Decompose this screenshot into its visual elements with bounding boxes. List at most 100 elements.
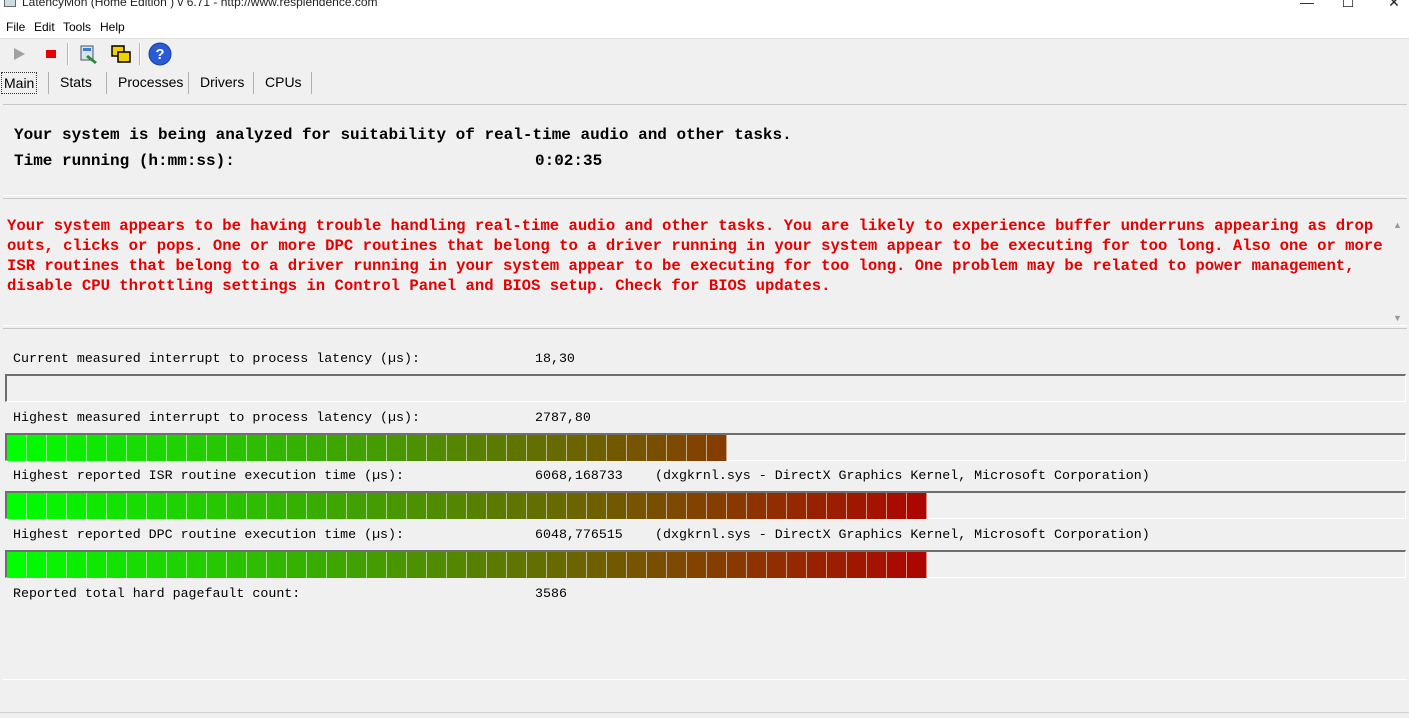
minimize-button[interactable]: —: [1297, 0, 1317, 10]
meter-segment: [147, 493, 167, 519]
meter-segment: [467, 435, 487, 461]
meter-segment: [47, 493, 67, 519]
meter-segment: [427, 435, 447, 461]
meter-segment: [907, 493, 927, 519]
menu-edit[interactable]: Edit: [34, 20, 55, 34]
meter-segment: [607, 435, 627, 461]
menu-tools[interactable]: Tools: [63, 20, 91, 34]
meter-segment: [167, 552, 187, 578]
status-panel: [3, 104, 1407, 196]
current-latency-value: 18,30: [535, 351, 575, 366]
help-button[interactable]: ?: [148, 42, 172, 66]
start-button[interactable]: [7, 42, 31, 66]
meter-segment: [27, 552, 47, 578]
meter-segment: [187, 435, 207, 461]
tab-cpus[interactable]: CPUs: [265, 72, 302, 92]
meter-segment: [667, 552, 687, 578]
meter-segment: [647, 493, 667, 519]
tab-separator: [311, 72, 312, 94]
tab-processes[interactable]: Processes: [118, 72, 183, 92]
tab-drivers[interactable]: Drivers: [200, 72, 244, 92]
meter-segment: [487, 493, 507, 519]
meter-segment: [67, 552, 87, 578]
pagefault-count-value: 3586: [535, 586, 567, 601]
meter-segment: [127, 493, 147, 519]
toolbar-separator: [139, 43, 141, 65]
meter-segment: [767, 493, 787, 519]
meter-segment: [667, 435, 687, 461]
app-icon: [4, 0, 16, 7]
menu-file[interactable]: File: [6, 20, 25, 34]
stop-button[interactable]: [39, 42, 63, 66]
meter-segment: [767, 552, 787, 578]
isr-time-label: Highest reported ISR routine execution t…: [13, 468, 404, 483]
dpc-time-meter: [5, 550, 1406, 578]
dpc-time-label: Highest reported DPC routine execution t…: [13, 527, 404, 542]
meter-segment: [727, 552, 747, 578]
window-title: LatencyMon (Home Edition ) v 6.71 - http…: [22, 0, 378, 9]
highest-latency-label: Highest measured interrupt to process la…: [13, 410, 420, 425]
tab-main[interactable]: Main: [1, 72, 38, 94]
help-icon: ?: [148, 42, 172, 66]
meter-segment: [207, 552, 227, 578]
meter-segment: [487, 552, 507, 578]
meter-segment: [787, 493, 807, 519]
play-icon: [14, 48, 25, 60]
meter-segment: [647, 552, 667, 578]
time-running-label: Time running (h:mm:ss):: [14, 152, 235, 170]
dpc-driver-detail: (dxgkrnl.sys - DirectX Graphics Kernel, …: [655, 527, 1150, 542]
meter-segment: [327, 552, 347, 578]
maximize-button[interactable]: ☐: [1338, 0, 1358, 11]
meter-segment: [167, 493, 187, 519]
meter-segment: [147, 435, 167, 461]
time-running-value: 0:02:35: [535, 152, 603, 170]
meter-segment: [867, 493, 887, 519]
meter-segment: [607, 493, 627, 519]
windows-button[interactable]: [109, 42, 133, 66]
meter-segment: [107, 493, 127, 519]
menu-help[interactable]: Help: [100, 20, 125, 34]
status-bar-divider: [0, 712, 1409, 713]
meter-segment: [47, 552, 67, 578]
scroll-up-arrow[interactable]: ▲: [1393, 220, 1402, 230]
meter-segment: [507, 493, 527, 519]
meter-segment: [367, 552, 387, 578]
meter-segment: [467, 493, 487, 519]
tab-stats[interactable]: Stats: [60, 72, 92, 92]
meter-segment: [427, 552, 447, 578]
meter-segment: [107, 552, 127, 578]
meter-segment: [287, 435, 307, 461]
meter-segment: [27, 493, 47, 519]
meter-segment: [467, 552, 487, 578]
meter-segment: [407, 552, 427, 578]
meter-segment: [447, 493, 467, 519]
close-button[interactable]: ✕: [1384, 0, 1404, 11]
meter-segment: [247, 435, 267, 461]
meter-segment: [307, 493, 327, 519]
tab-separator: [253, 72, 254, 94]
meter-segment: [847, 552, 867, 578]
meter-segment: [667, 493, 687, 519]
meter-segment: [567, 435, 587, 461]
meter-segment: [607, 552, 627, 578]
tools-button[interactable]: [77, 42, 101, 66]
tools-icon: [80, 45, 97, 64]
meter-segment: [627, 493, 647, 519]
tab-separator: [106, 72, 107, 94]
meter-segment: [567, 552, 587, 578]
scroll-down-arrow[interactable]: ▼: [1393, 313, 1402, 323]
meter-segment: [227, 493, 247, 519]
meter-segment: [747, 552, 767, 578]
highest-latency-meter: [5, 433, 1406, 461]
meter-segment: [347, 435, 367, 461]
meter-segment: [847, 493, 867, 519]
meter-segment: [587, 435, 607, 461]
meter-segment: [727, 493, 747, 519]
meter-segment: [127, 552, 147, 578]
meter-segment: [627, 435, 647, 461]
meter-segment: [627, 552, 647, 578]
meter-segment: [487, 435, 507, 461]
meter-segment: [367, 493, 387, 519]
dpc-time-value: 6048,776515: [535, 527, 623, 542]
meter-segment: [87, 552, 107, 578]
